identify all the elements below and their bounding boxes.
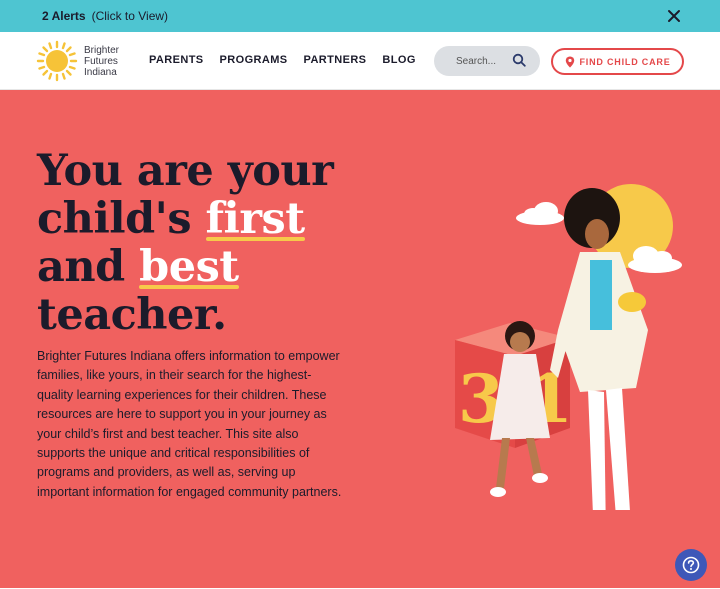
search-box <box>434 46 540 76</box>
hero-description: Brighter Futures Indiana offers informat… <box>37 349 342 499</box>
headline-line-3-text: and <box>37 242 140 292</box>
logo-line-2: Futures <box>84 55 118 67</box>
site-header: Brighter Futures Indiana PARENTS PROGRAM… <box>0 32 720 90</box>
alert-view-link[interactable]: (Click to View) <box>92 9 168 23</box>
main-nav: PARENTS PROGRAMS PARTNERS BLOG <box>149 54 432 66</box>
headline-line-1: You are your <box>37 146 334 196</box>
site-logo[interactable]: Brighter Futures Indiana <box>36 40 128 82</box>
headline-line-3: and best <box>37 243 333 291</box>
search-input[interactable] <box>456 55 516 67</box>
hero-illustration: 3 1 <box>455 184 682 510</box>
help-button[interactable] <box>675 549 707 581</box>
alert-bar[interactable]: 2 Alerts (Click to View) <box>0 0 720 32</box>
find-child-care-label: FIND CHILD CARE <box>579 56 671 67</box>
headline-line-2-text: child's <box>37 194 206 244</box>
sun-logo-icon <box>36 40 78 82</box>
logo-line-3: Indiana <box>84 66 117 78</box>
headline-line-2: child's first <box>37 195 333 243</box>
nav-item-blog[interactable]: BLOG <box>382 54 415 66</box>
nav-item-parents[interactable]: PARENTS <box>149 54 204 66</box>
nav-item-programs[interactable]: PROGRAMS <box>220 54 288 66</box>
headline-emphasis-best: best <box>139 242 239 292</box>
close-icon[interactable] <box>666 8 682 24</box>
hero-section: You are your child's first and best teac… <box>0 90 720 588</box>
nav-item-partners[interactable]: PARTNERS <box>304 54 367 66</box>
find-child-care-button[interactable]: FIND CHILD CARE <box>551 48 684 75</box>
logo-wordmark: Brighter Futures Indiana <box>84 45 128 78</box>
question-circle-icon <box>682 556 700 574</box>
logo-line-1: Brighter <box>84 44 120 56</box>
cloud-right <box>628 246 682 273</box>
headline-line-4: teacher. <box>37 290 227 340</box>
alert-count: 2 Alerts <box>42 9 86 23</box>
hero-headline: You are your child's first and best teac… <box>37 146 334 340</box>
search-icon[interactable] <box>512 53 526 67</box>
cloud-left <box>516 202 564 225</box>
map-pin-icon <box>565 56 574 67</box>
headline-emphasis-first: first <box>205 194 305 244</box>
